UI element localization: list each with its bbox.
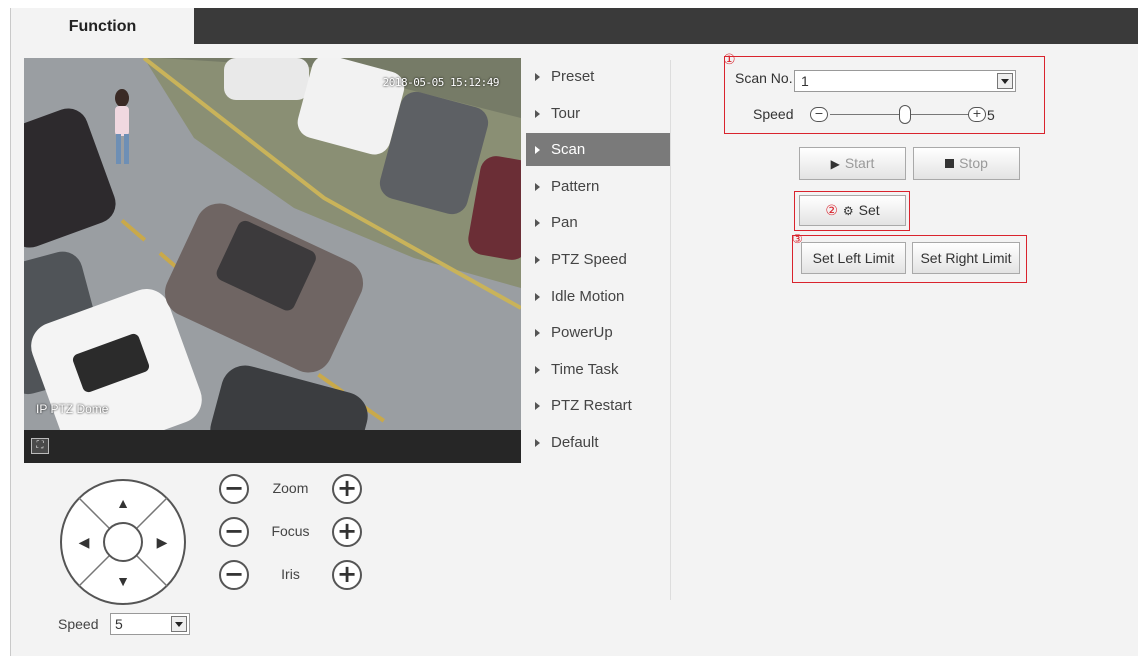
zoom-in-button[interactable]: +	[332, 474, 362, 504]
focus-minus-button[interactable]: −	[219, 517, 249, 547]
speed-decrease-icon[interactable]: −	[810, 107, 828, 122]
video-toolbar: ⛶	[24, 430, 521, 463]
tab-function[interactable]: Function	[11, 8, 194, 45]
menu-item-label: Scan	[551, 141, 586, 159]
focus-plus-button[interactable]: +	[332, 517, 362, 547]
stop-button[interactable]: Stop	[913, 147, 1020, 180]
menu-item-label: PTZ Restart	[551, 397, 632, 415]
menu-item-label: Pattern	[551, 177, 600, 195]
pan-center-button[interactable]	[104, 523, 142, 561]
iris-minus-button[interactable]: −	[219, 560, 249, 590]
iris-control: − Iris +	[219, 560, 369, 596]
menu-item-idle-motion[interactable]: Idle Motion	[526, 280, 670, 313]
menu-item-pattern[interactable]: Pattern	[526, 170, 670, 203]
menu-item-powerup[interactable]: PowerUp	[526, 316, 670, 349]
menu-item-default[interactable]: Default	[526, 426, 670, 459]
menu-item-preset[interactable]: Preset	[526, 60, 670, 93]
menu-divider	[670, 60, 671, 600]
caret-right-icon	[535, 365, 540, 374]
live-video: 2018-05-05 15:12:49 IP PTZ Dome	[24, 58, 521, 430]
start-button[interactable]: ▶ Start	[799, 147, 906, 180]
set-left-limit-button[interactable]: Set Left Limit	[801, 242, 906, 274]
menu-item-time-task[interactable]: Time Task	[526, 353, 670, 386]
caret-right-icon	[535, 182, 540, 191]
annotation-badge-1: ①	[723, 52, 736, 68]
caret-right-icon	[535, 292, 540, 301]
scan-no-label: Scan No.	[735, 70, 793, 86]
caret-right-icon	[535, 438, 540, 447]
menu-item-tour[interactable]: Tour	[526, 97, 670, 130]
ptz-speed-value: 5	[115, 616, 123, 632]
zoom-out-button[interactable]: −	[219, 474, 249, 504]
direction-pad: ▲ ▼ ◀ ▶	[59, 478, 187, 606]
play-icon: ▶	[830, 157, 840, 171]
caret-right-icon	[535, 329, 540, 338]
scan-speed-value: 5	[987, 107, 995, 123]
menu-item-scan[interactable]: Scan	[526, 133, 670, 167]
scan-no-select[interactable]: 1	[794, 70, 1016, 92]
stop-button-label: Stop	[959, 155, 988, 171]
set-right-limit-button[interactable]: Set Right Limit	[912, 242, 1020, 274]
menu-item-ptz-restart[interactable]: PTZ Restart	[526, 389, 670, 422]
chevron-down-icon[interactable]	[997, 73, 1013, 89]
menu-item-pan[interactable]: Pan	[526, 206, 670, 239]
pan-left-icon[interactable]: ◀	[71, 529, 97, 555]
zoom-label: Zoom	[272, 480, 309, 496]
iris-label: Iris	[281, 566, 300, 582]
scan-speed-label: Speed	[753, 106, 794, 122]
focus-control: − Focus +	[219, 517, 369, 553]
scan-speed-slider: − + 5	[810, 105, 1010, 125]
video-timestamp: 2018-05-05 15:12:49	[382, 76, 500, 89]
set-button[interactable]: ② ⚙ Set	[799, 195, 906, 226]
caret-right-icon	[535, 109, 540, 118]
pan-up-icon[interactable]: ▲	[110, 490, 136, 516]
function-menu: Preset Tour Scan Pattern Pan PTZ Speed I…	[526, 60, 670, 463]
caret-right-icon	[535, 219, 540, 228]
speed-slider-thumb[interactable]	[899, 105, 911, 124]
menu-item-label: Time Task	[551, 360, 619, 378]
gear-icon: ⚙	[842, 204, 854, 218]
scan-no-value: 1	[801, 73, 809, 89]
caret-right-icon	[535, 73, 540, 81]
menu-item-label: Idle Motion	[551, 287, 625, 305]
pan-right-icon[interactable]: ▶	[149, 529, 175, 555]
stop-icon	[945, 159, 955, 168]
chevron-down-icon[interactable]	[171, 616, 187, 632]
menu-item-label: Default	[551, 433, 599, 451]
start-button-label: Start	[844, 155, 875, 171]
zoom-control: − Zoom +	[219, 474, 369, 510]
menu-item-label: Tour	[551, 104, 581, 122]
pan-down-icon[interactable]: ▼	[110, 568, 136, 594]
menu-item-label: PowerUp	[551, 324, 613, 342]
fullscreen-icon[interactable]: ⛶	[31, 438, 49, 454]
menu-item-label: Pan	[551, 214, 578, 232]
iris-plus-button[interactable]: +	[332, 560, 362, 590]
caret-right-icon	[535, 402, 540, 411]
video-osd-name: IP PTZ Dome	[36, 402, 109, 416]
focus-label: Focus	[271, 523, 310, 539]
ptz-speed-select[interactable]: 5	[110, 613, 190, 635]
annotation-badge-2: ②	[825, 203, 838, 219]
set-button-label: Set	[858, 202, 880, 218]
menu-item-label: Preset	[551, 68, 595, 85]
menu-item-label: PTZ Speed	[551, 250, 627, 268]
caret-right-icon	[535, 146, 540, 155]
menu-item-ptz-speed[interactable]: PTZ Speed	[526, 243, 670, 276]
caret-right-icon	[535, 255, 540, 264]
ptz-speed-label: Speed	[58, 616, 99, 632]
speed-increase-icon[interactable]: +	[968, 107, 986, 122]
video-scene	[24, 58, 521, 430]
